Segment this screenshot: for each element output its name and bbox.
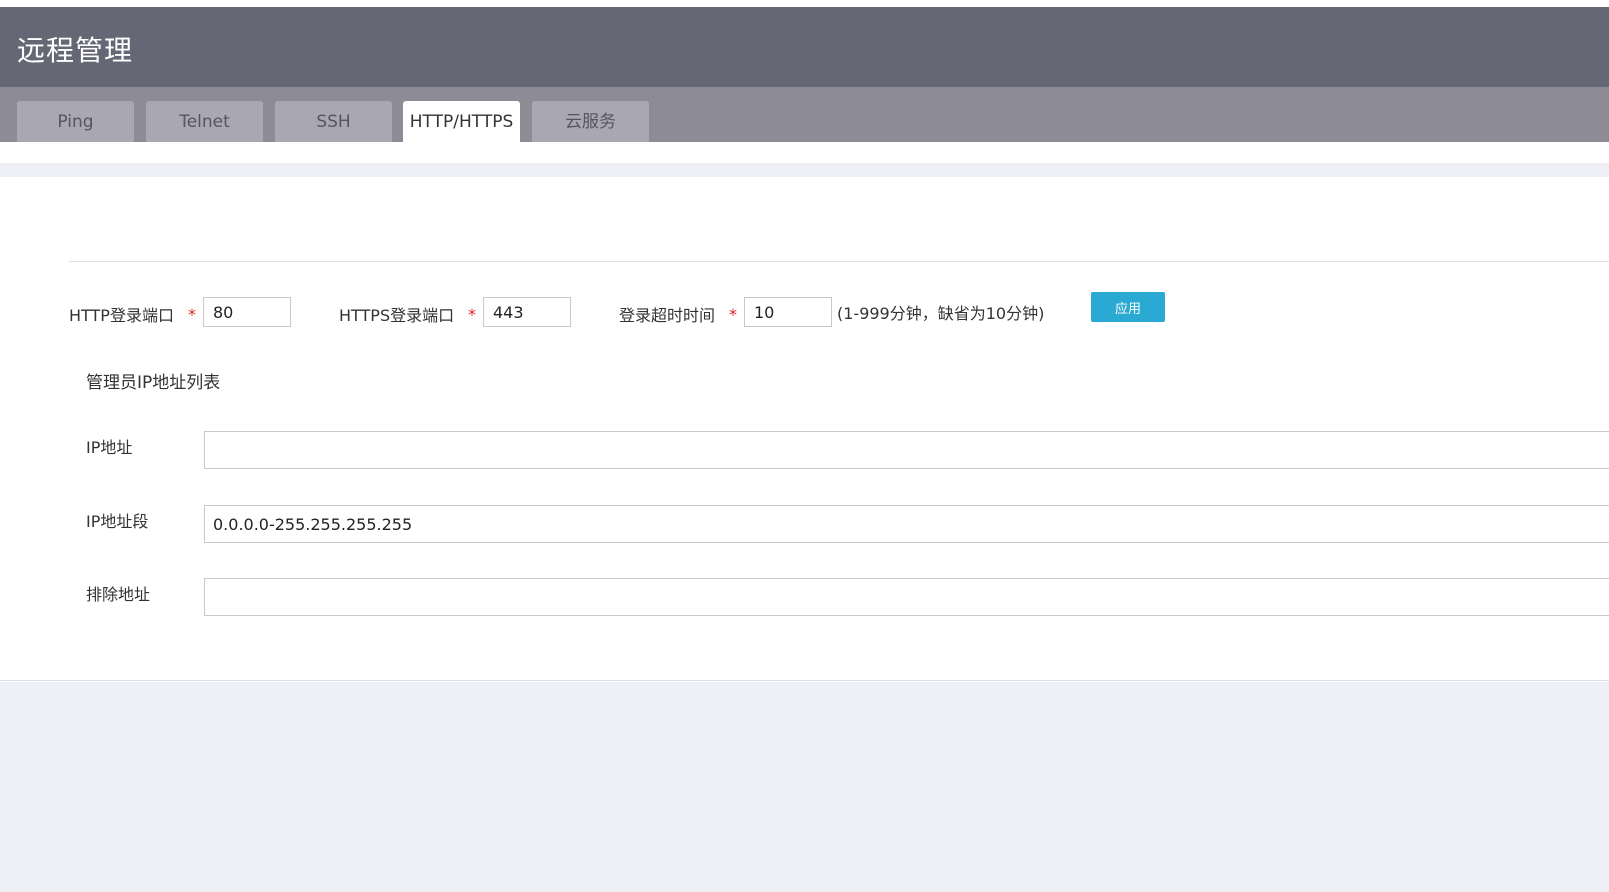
http-port-input[interactable] <box>203 297 291 327</box>
required-mark: * <box>468 305 476 324</box>
timeout-label: 登录超时时间 <box>619 306 716 325</box>
exclude-address-label: 排除地址 <box>86 585 151 604</box>
tab-ping[interactable]: Ping <box>17 101 134 142</box>
ip-address-label: IP地址 <box>86 438 133 457</box>
ip-range-label: IP地址段 <box>86 512 149 531</box>
top-strip <box>0 0 1609 7</box>
tab-bar: Ping Telnet SSH HTTP/HTTPS 云服务 <box>0 87 1609 142</box>
required-mark: * <box>188 305 196 324</box>
page-background <box>0 682 1609 892</box>
required-mark: * <box>729 305 737 324</box>
admin-ip-section-title: 管理员IP地址列表 <box>86 373 221 393</box>
content-separator-band <box>0 163 1609 177</box>
exclude-address-input[interactable] <box>204 578 1609 616</box>
page-title: 远程管理 <box>17 34 134 67</box>
https-port-input[interactable] <box>483 297 571 327</box>
tab-ssh[interactable]: SSH <box>275 101 392 142</box>
timeout-hint: (1-999分钟，缺省为10分钟) <box>837 304 1045 323</box>
section-divider <box>69 261 1609 262</box>
tab-cloud-service[interactable]: 云服务 <box>532 101 649 142</box>
page-header: 远程管理 <box>0 7 1609 87</box>
apply-button[interactable]: 应用 <box>1091 292 1165 322</box>
tab-http-https[interactable]: HTTP/HTTPS <box>403 101 520 142</box>
https-port-label: HTTPS登录端口 <box>339 306 455 325</box>
timeout-input[interactable] <box>744 297 832 327</box>
http-port-label: HTTP登录端口 <box>69 306 174 325</box>
tab-telnet[interactable]: Telnet <box>146 101 263 142</box>
tab-content-top <box>0 142 1609 163</box>
ip-address-input[interactable] <box>204 431 1609 469</box>
ip-range-input[interactable] <box>204 505 1609 543</box>
